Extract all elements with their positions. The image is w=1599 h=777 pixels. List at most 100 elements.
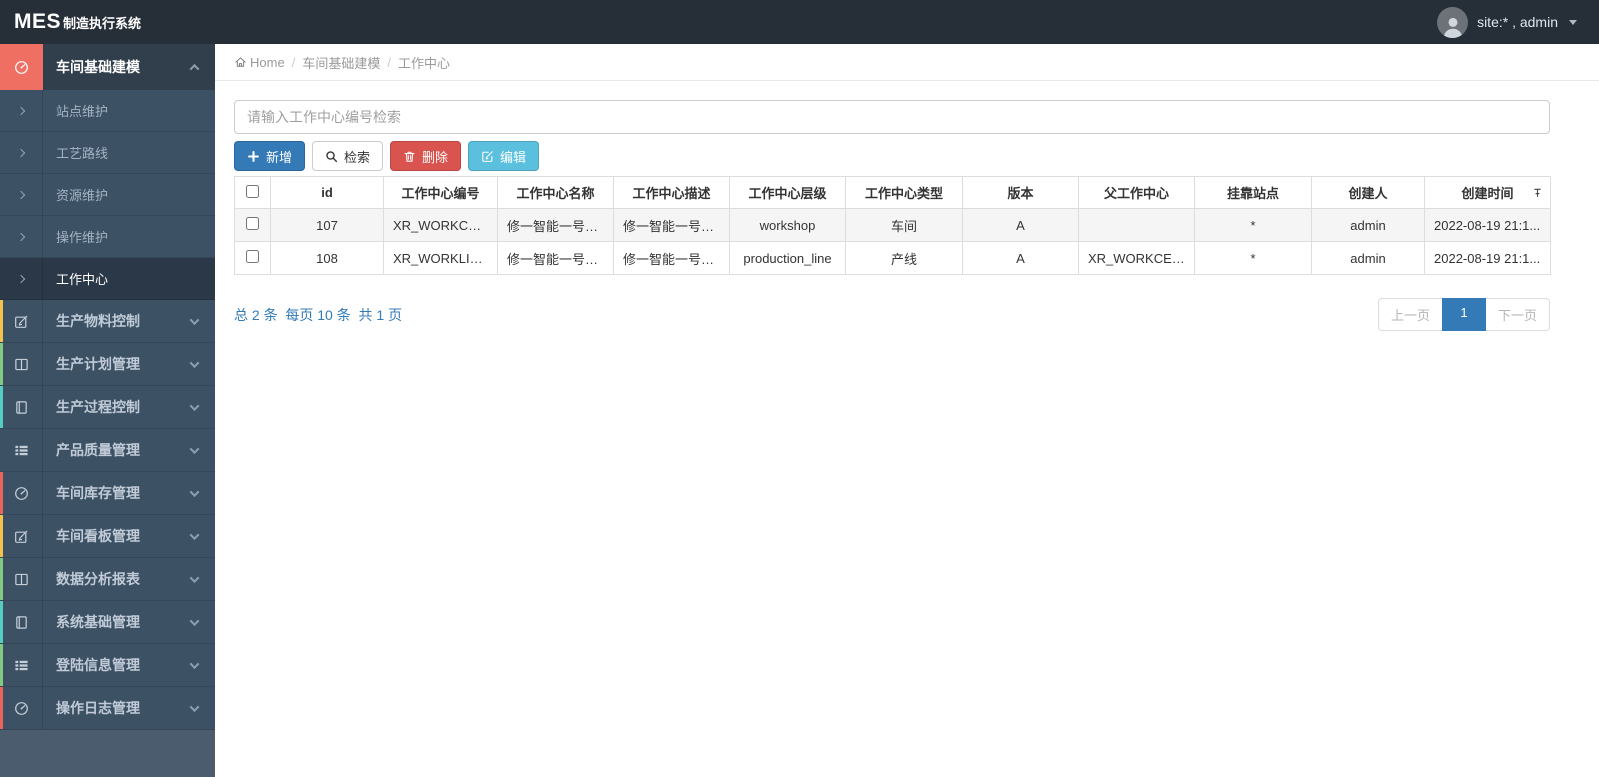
sidebar-subitem-resource-maintenance[interactable]: 资源维护 [0, 174, 215, 216]
cell-creator: admin [1311, 241, 1425, 275]
search-input[interactable] [234, 100, 1550, 134]
col-header-level: 工作中心层级 [729, 176, 846, 209]
pagination-summary: 总 2 条 每页 10 条 共 1 页 [234, 305, 402, 325]
col-header-creator: 创建人 [1311, 176, 1425, 209]
tachometer-icon [14, 701, 29, 716]
sidebar-item-production-plan-management[interactable]: 生产计划管理 [0, 343, 215, 386]
row-checkbox[interactable] [246, 250, 259, 263]
sidebar-group-workshop-basic-modeling[interactable]: 车间基础建模 [0, 44, 215, 90]
th-list-icon [14, 658, 29, 673]
col-header-desc: 工作中心描述 [613, 176, 730, 209]
breadcrumb: Home / 车间基础建模 / 工作中心 [215, 44, 1599, 81]
row-checkbox[interactable] [246, 217, 259, 230]
chevron-down-icon [189, 429, 215, 471]
th-list-icon [14, 443, 29, 458]
cell-desc: 修一智能一号S... [613, 241, 730, 275]
search-button[interactable]: 检索 [312, 141, 384, 171]
sidebar: 车间基础建模 站点维护 工艺路线 资源维护 操作维护 工作中心 生产物料控制 生… [0, 44, 215, 777]
user-menu[interactable]: site:* , admin [1437, 6, 1577, 38]
pagination-per-page: 每页 10 条 [285, 306, 351, 323]
trash-icon [403, 150, 416, 163]
chevron-down-icon [189, 687, 215, 729]
pagination: 总 2 条 每页 10 条 共 1 页 上一页 1 下一页 [234, 298, 1550, 331]
sidebar-item-product-quality-management[interactable]: 产品质量管理 [0, 429, 215, 472]
main-content: 新增 检索 删除 编辑 [215, 81, 1599, 777]
sidebar-subitem-station-maintenance[interactable]: 站点维护 [0, 90, 215, 132]
sidebar-subitem-process-route[interactable]: 工艺路线 [0, 132, 215, 174]
col-header-name: 工作中心名称 [497, 176, 614, 209]
pencil-square-icon [14, 314, 29, 329]
breadcrumb-home[interactable]: Home [234, 55, 285, 70]
cell-id: 108 [270, 241, 384, 275]
table-row[interactable]: 107 XR_WORKCEN... 修一智能一号车间 修一智能一号车间 work… [234, 208, 1551, 242]
table-header-row: id 工作中心编号 工作中心名称 工作中心描述 工作中心层级 工作中心类型 版本… [234, 176, 1551, 209]
chevron-right-icon [16, 106, 26, 115]
pagination-total: 总 2 条 [234, 306, 278, 323]
edit-icon [481, 150, 494, 163]
chevron-down-icon [189, 644, 215, 686]
col-header-type: 工作中心类型 [845, 176, 963, 209]
cell-parent [1078, 208, 1195, 242]
col-header-created: 创建时间 [1424, 176, 1551, 209]
breadcrumb-level1[interactable]: 车间基础建模 [302, 53, 380, 72]
cell-version: A [962, 241, 1079, 275]
edit-button[interactable]: 编辑 [468, 141, 540, 171]
home-icon [234, 56, 247, 68]
sidebar-item-production-material-control[interactable]: 生产物料控制 [0, 300, 215, 343]
cell-level: workshop [729, 208, 846, 242]
tachometer-icon [14, 60, 29, 75]
sidebar-item-login-info-management[interactable]: 登陆信息管理 [0, 644, 215, 687]
chevron-down-icon [189, 515, 215, 557]
cell-type: 车间 [845, 208, 963, 242]
cell-desc: 修一智能一号车间 [613, 208, 730, 242]
sidebar-item-system-basic-management[interactable]: 系统基础管理 [0, 601, 215, 644]
cell-created: 2022-08-19 21:1... [1424, 208, 1551, 242]
sidebar-item-operation-log-management[interactable]: 操作日志管理 [0, 687, 215, 730]
pencil-square-icon [14, 529, 29, 544]
sidebar-subitem-work-center[interactable]: 工作中心 [0, 258, 215, 300]
book-icon [14, 400, 29, 415]
select-all-checkbox[interactable] [246, 184, 259, 198]
app-logo: MES 制造执行系统 [14, 10, 141, 34]
pagination-page-count: 共 1 页 [358, 306, 403, 323]
delete-button[interactable]: 删除 [390, 141, 462, 171]
pin-icon[interactable] [1532, 187, 1543, 198]
sidebar-item-production-process-control[interactable]: 生产过程控制 [0, 386, 215, 429]
prev-page-button[interactable]: 上一页 [1377, 298, 1443, 331]
sidebar-subitem-operation-maintenance[interactable]: 操作维护 [0, 216, 215, 258]
col-header-version: 版本 [962, 176, 1079, 209]
pager: 上一页 1 下一页 [1377, 298, 1550, 331]
cell-name: 修一智能一号车间 [497, 208, 614, 242]
cell-id: 107 [270, 208, 384, 242]
cell-version: A [962, 208, 1079, 242]
chevron-down-icon [189, 343, 215, 385]
columns-icon [14, 572, 29, 587]
cell-type: 产线 [845, 241, 963, 275]
chevron-down-icon [189, 300, 215, 342]
table-row[interactable]: 108 XR_WORKLINE... 修一智能一号S... 修一智能一号S...… [234, 241, 1551, 275]
sidebar-item-data-analysis-report[interactable]: 数据分析报表 [0, 558, 215, 601]
tachometer-icon [14, 486, 29, 501]
cell-parent: XR_WORKCEN... [1078, 241, 1195, 275]
sidebar-item-workshop-kanban-management[interactable]: 车间看板管理 [0, 515, 215, 558]
chevron-down-icon [189, 558, 215, 600]
add-button[interactable]: 新增 [234, 141, 306, 171]
next-page-button[interactable]: 下一页 [1484, 298, 1550, 331]
search-icon [325, 150, 338, 163]
user-avatar [1437, 6, 1469, 38]
columns-icon [14, 357, 29, 372]
chevron-up-icon [189, 44, 215, 90]
user-label: site:* , admin [1477, 14, 1558, 30]
col-header-station: 挂靠站点 [1194, 176, 1312, 209]
person-icon [1440, 14, 1466, 38]
col-header-parent: 父工作中心 [1078, 176, 1195, 209]
work-center-table: id 工作中心编号 工作中心名称 工作中心描述 工作中心层级 工作中心类型 版本… [234, 176, 1551, 275]
chevron-right-icon [16, 274, 26, 283]
brand-suffix: 制造执行系统 [63, 16, 142, 31]
sidebar-group-label: 车间基础建模 [56, 59, 140, 75]
sidebar-item-workshop-inventory-management[interactable]: 车间库存管理 [0, 472, 215, 515]
cell-name: 修一智能一号S... [497, 241, 614, 275]
page-1-button[interactable]: 1 [1441, 298, 1486, 331]
breadcrumb-separator: / [387, 54, 391, 70]
cell-creator: admin [1311, 208, 1425, 242]
